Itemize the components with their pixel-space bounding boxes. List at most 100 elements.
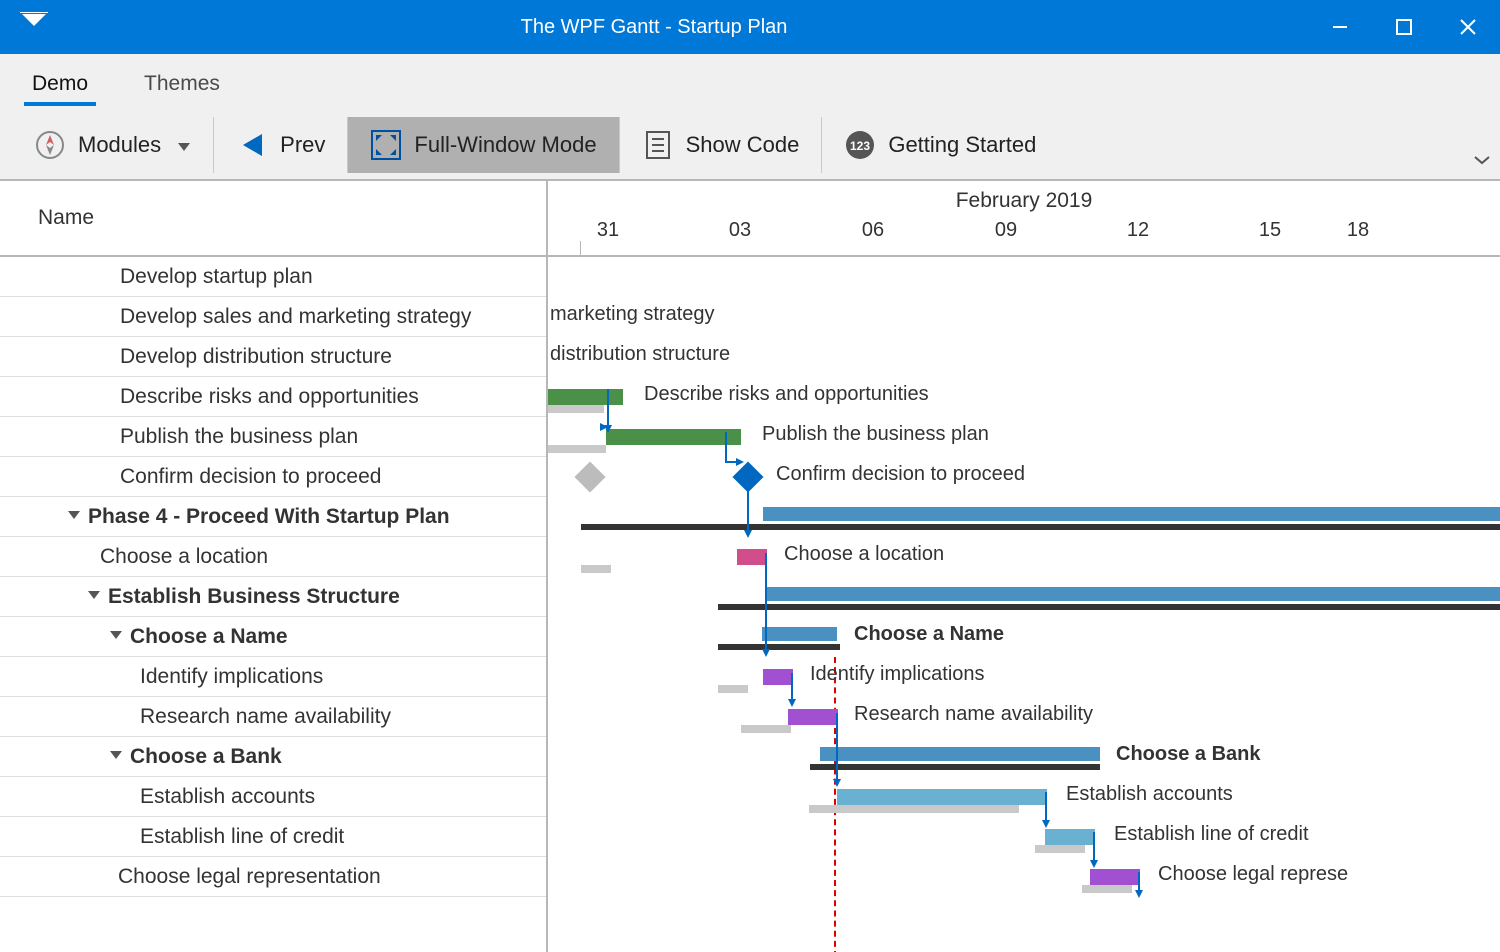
chevron-down-icon [177, 132, 191, 158]
task-row-summary[interactable]: Phase 4 - Proceed With Startup Plan [0, 497, 546, 537]
bar-label: distribution structure [550, 343, 730, 366]
timeline-header: February 2019 31 03 06 09 12 15 18 [548, 181, 1500, 257]
expander-icon[interactable] [110, 751, 122, 759]
bar-label: Identify implications [810, 663, 985, 686]
bar-label: marketing strategy [550, 303, 715, 326]
full-window-label: Full-Window Mode [414, 132, 596, 158]
modules-button[interactable]: Modules [12, 117, 214, 173]
bar-label: Describe risks and opportunities [644, 383, 929, 406]
summary-bar[interactable] [820, 747, 1100, 761]
timeline-days: 31 03 06 09 12 15 18 [548, 219, 1500, 255]
baseline-bar [548, 405, 604, 413]
day-cell: 12 [1108, 219, 1168, 255]
summary-baseline [581, 524, 1500, 530]
task-row[interactable]: Develop startup plan [0, 257, 546, 297]
summary-bar[interactable] [762, 627, 837, 641]
task-row-summary[interactable]: Choose a Bank [0, 737, 546, 777]
quick-access-dropdown-icon[interactable] [20, 12, 48, 36]
triangle-left-icon [236, 129, 268, 161]
day-cell: 03 [710, 219, 770, 255]
bar-label: Confirm decision to proceed [776, 463, 1025, 486]
getting-started-button[interactable]: 123 Getting Started [822, 117, 1058, 173]
timeline-month: February 2019 [956, 189, 1093, 213]
task-bar[interactable] [837, 789, 1047, 805]
fullscreen-icon [370, 129, 402, 161]
document-icon [642, 129, 674, 161]
task-rows: Develop startup plan Develop sales and m… [0, 257, 546, 952]
prev-label: Prev [280, 132, 325, 158]
window-buttons [1308, 0, 1500, 54]
task-row[interactable]: Publish the business plan [0, 417, 546, 457]
baseline-bar [1035, 845, 1085, 853]
baseline-bar [1082, 885, 1132, 893]
summary-baseline [810, 764, 1100, 770]
task-row[interactable]: Establish line of credit [0, 817, 546, 857]
bar-label: Establish line of credit [1114, 823, 1309, 846]
summary-baseline [718, 604, 1500, 610]
task-bar[interactable] [788, 709, 838, 725]
task-row[interactable]: Identify implications [0, 657, 546, 697]
bar-label: Choose legal represe [1158, 863, 1348, 886]
task-grid: Name Develop startup plan Develop sales … [0, 181, 548, 952]
bar-label: Choose a Bank [1116, 743, 1260, 766]
baseline-bar [581, 565, 611, 573]
task-row[interactable]: Develop sales and marketing strategy [0, 297, 546, 337]
modules-label: Modules [78, 132, 161, 158]
day-cell: 06 [843, 219, 903, 255]
prev-button[interactable]: Prev [214, 117, 348, 173]
compass-icon [34, 129, 66, 161]
baseline-bar [809, 805, 1019, 813]
expander-icon[interactable] [68, 511, 80, 519]
summary-bar[interactable] [763, 507, 1500, 521]
expander-icon[interactable] [88, 591, 100, 599]
task-row[interactable]: Choose a location [0, 537, 546, 577]
title-bar: The WPF Gantt - Startup Plan [0, 0, 1500, 54]
baseline-milestone [574, 461, 605, 492]
task-row[interactable]: Develop distribution structure [0, 337, 546, 377]
toolbar: Modules Prev Full-Window Mode Show Code … [0, 110, 1500, 180]
day-cell: 18 [1328, 219, 1388, 255]
window-title: The WPF Gantt - Startup Plan [0, 16, 1308, 39]
task-bar[interactable] [606, 429, 741, 445]
milestone[interactable] [732, 461, 763, 492]
task-row[interactable]: Choose legal representation [0, 857, 546, 897]
task-row[interactable]: Describe risks and opportunities [0, 377, 546, 417]
column-header-name[interactable]: Name [0, 181, 546, 257]
task-row-summary[interactable]: Choose a Name [0, 617, 546, 657]
task-row[interactable]: Establish accounts [0, 777, 546, 817]
baseline-bar [718, 685, 748, 693]
show-code-label: Show Code [686, 132, 800, 158]
show-code-button[interactable]: Show Code [620, 117, 823, 173]
full-window-mode-button[interactable]: Full-Window Mode [348, 117, 619, 173]
tab-themes[interactable]: Themes [136, 60, 228, 104]
summary-bar[interactable] [766, 587, 1500, 601]
day-cell: 15 [1240, 219, 1300, 255]
task-bar[interactable] [763, 669, 793, 685]
bar-label: Publish the business plan [762, 423, 989, 446]
ribbon-tabs: Demo Themes [0, 54, 1500, 110]
task-bar[interactable] [737, 549, 767, 565]
bar-label: Research name availability [854, 703, 1093, 726]
task-bar[interactable] [1090, 869, 1140, 885]
close-button[interactable] [1436, 0, 1500, 54]
task-bar[interactable] [548, 389, 623, 405]
expander-icon[interactable] [110, 631, 122, 639]
task-row-summary[interactable]: Establish Business Structure [0, 577, 546, 617]
bar-label: Choose a location [784, 543, 944, 566]
minimize-button[interactable] [1308, 0, 1372, 54]
tab-demo[interactable]: Demo [24, 60, 96, 104]
day-cell: 09 [976, 219, 1036, 255]
bar-label: Choose a Name [854, 623, 1004, 646]
baseline-bar [741, 725, 791, 733]
maximize-button[interactable] [1372, 0, 1436, 54]
task-bar[interactable] [1045, 829, 1095, 845]
ribbon-overflow-icon[interactable] [1474, 148, 1490, 171]
baseline-bar [548, 445, 606, 453]
task-row[interactable]: Confirm decision to proceed [0, 457, 546, 497]
numbers-badge-icon: 123 [844, 129, 876, 161]
summary-baseline [718, 644, 840, 650]
gantt-chart[interactable]: February 2019 31 03 06 09 12 15 18 marke… [548, 181, 1500, 952]
task-row[interactable]: Research name availability [0, 697, 546, 737]
chart-body: marketing strategy distribution structur… [548, 257, 1500, 952]
getting-started-label: Getting Started [888, 132, 1036, 158]
